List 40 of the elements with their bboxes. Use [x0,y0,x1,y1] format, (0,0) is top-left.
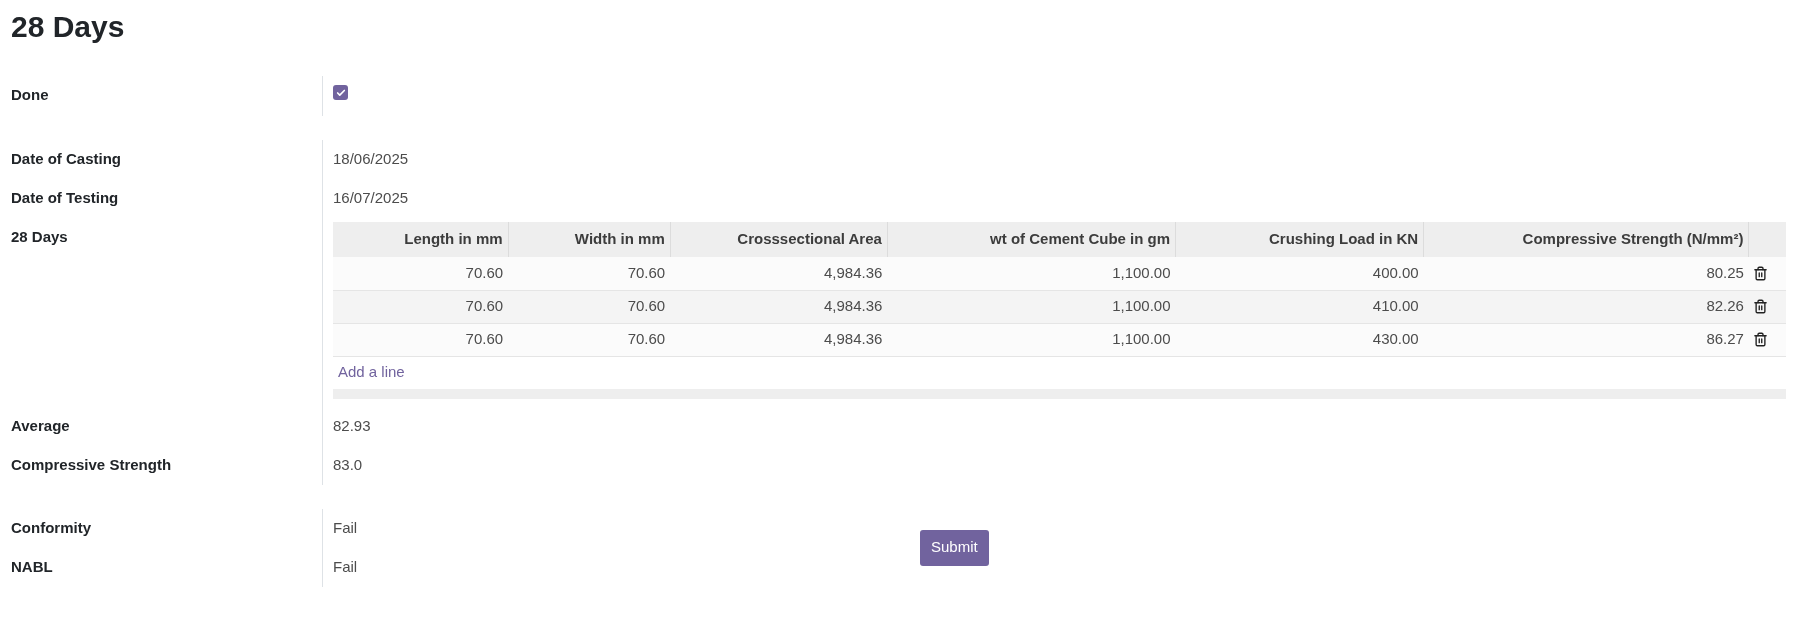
table-cell: 410.00 [1175,290,1424,323]
field-label: Done [11,86,49,103]
table-cell: 70.60 [508,290,671,323]
delete-icon[interactable] [1752,332,1768,347]
table-cell: 1,100.00 [887,323,1176,356]
table-cell: 86.27 [1423,323,1749,356]
field-value: Fail [333,556,358,577]
add-line-link[interactable]: Add a line [338,361,405,384]
field-value: 82.93 [333,415,371,436]
delete-icon[interactable] [1752,265,1768,281]
table-cell: 70.60 [333,290,509,323]
delete-icon[interactable] [1752,299,1768,314]
table-cell: 4,984.36 [670,323,888,356]
submit-button[interactable]: Submit [920,529,989,566]
field-label: Conformity [11,518,91,536]
table-cell: 4,984.36 [670,257,888,290]
table-cell: 1,100.00 [887,290,1176,323]
done-checkbox[interactable] [333,85,348,100]
table-cell: 4,984.36 [670,290,888,323]
table-cell: 70.60 [333,323,509,356]
field-value: Fail [333,517,358,538]
field-value: 83.0 [333,454,363,475]
field-label: Average [11,416,70,434]
field-label: Compressive Strength [11,455,172,473]
field-value: 16/07/2025 [333,188,409,208]
check-icon [335,87,346,98]
table-cell: 1,100.00 [887,257,1176,290]
field-value: 18/06/2025 [333,149,409,169]
table-cell: 430.00 [1175,323,1424,356]
table-cell: 82.26 [1423,290,1749,323]
table-cell: 70.60 [333,257,509,290]
field-label: 28 Days [11,228,68,245]
page-title: 28 Days [10,9,126,45]
field-label: Date of Casting [11,150,121,167]
table-cell: 70.60 [508,323,671,356]
table-cell: 400.00 [1175,257,1424,290]
table-cell: 80.25 [1423,257,1749,290]
field-label: Date of Testing [11,189,119,206]
table-cell: 70.60 [508,257,671,290]
field-label: NABL [11,557,53,575]
